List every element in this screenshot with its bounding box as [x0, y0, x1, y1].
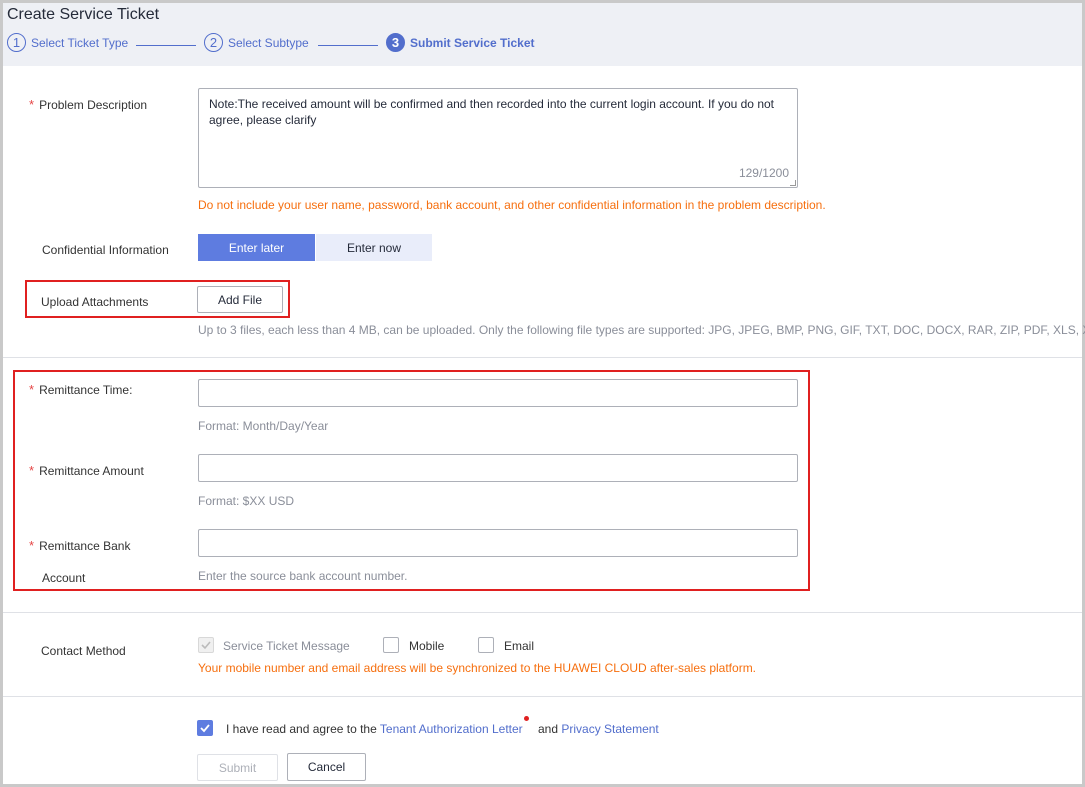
upload-hint: Up to 3 files, each less than 4 MB, can … [198, 323, 1085, 337]
remittance-amount-input[interactable] [198, 454, 798, 482]
resize-handle-icon[interactable] [790, 180, 796, 186]
page-title: Create Service Ticket [7, 6, 160, 23]
privacy-statement-link[interactable]: Privacy Statement [561, 722, 658, 736]
required-icon: * [29, 97, 35, 112]
email-checkbox[interactable] [478, 637, 494, 653]
step-number: 2 [204, 33, 223, 52]
step-3[interactable]: 3 Submit Service Ticket [386, 33, 535, 52]
mobile-checkbox[interactable] [383, 637, 399, 653]
submit-button[interactable]: Submit [197, 754, 278, 781]
step-2[interactable]: 2 Select Subtype [204, 33, 309, 52]
character-counter: 129/1200 [738, 166, 789, 180]
check-icon [200, 724, 210, 733]
problem-warning: Do not include your user name, password,… [198, 198, 826, 212]
email-label: Email [504, 639, 535, 653]
remittance-bank-account-input[interactable] [198, 529, 798, 557]
remittance-time-label: * Remittance Time: [29, 382, 133, 397]
header: Create Service Ticket [3, 3, 1082, 66]
divider [3, 696, 1082, 697]
step-number: 1 [7, 33, 26, 52]
notification-dot-icon [524, 716, 529, 721]
required-icon: * [29, 463, 35, 478]
enter-later-button[interactable]: Enter later [198, 234, 315, 261]
remittance-bank-hint: Enter the source bank account number. [198, 569, 408, 583]
remittance-time-input[interactable] [198, 379, 798, 407]
contact-warning: Your mobile number and email address wil… [198, 661, 757, 675]
agreement-checkbox[interactable] [197, 720, 213, 736]
remittance-amount-label: * Remittance Amount [29, 463, 144, 478]
problem-description-textarea[interactable]: Note:The received amount will be confirm… [198, 88, 798, 188]
divider [3, 357, 1082, 358]
remittance-amount-hint: Format: $XX USD [198, 494, 295, 508]
step-label: Select Ticket Type [31, 35, 129, 50]
tenant-authorization-link[interactable]: Tenant Authorization Letter [380, 722, 523, 736]
upload-attachments-label: Upload Attachments [41, 295, 149, 309]
cancel-button[interactable]: Cancel [287, 753, 366, 781]
check-icon [201, 641, 211, 650]
step-label: Select Subtype [228, 35, 309, 50]
required-icon: * [29, 538, 35, 553]
required-icon: * [29, 382, 35, 397]
confidential-info-label: Confidential Information [42, 243, 169, 257]
step-connector [136, 45, 196, 46]
step-number: 3 [386, 33, 405, 52]
agreement-text: I have read and agree to the Tenant Auth… [226, 722, 523, 736]
agreement-text-2: and Privacy Statement [538, 722, 659, 736]
problem-description-label: * Problem Description [29, 97, 148, 112]
problem-description-text: Note:The received amount will be confirm… [209, 97, 774, 127]
remittance-bank-label-cont: Account [42, 571, 86, 585]
contact-method-label: Contact Method [41, 644, 126, 658]
mobile-label: Mobile [409, 639, 445, 653]
remittance-time-hint: Format: Month/Day/Year [198, 419, 329, 433]
step-label: Submit Service Ticket [410, 35, 535, 50]
step-1[interactable]: 1 Select Ticket Type [7, 33, 128, 52]
enter-now-button[interactable]: Enter now [316, 234, 432, 261]
divider [3, 612, 1082, 613]
remittance-bank-label: * Remittance Bank [29, 538, 131, 553]
add-file-button[interactable]: Add File [197, 286, 283, 313]
service-ticket-checkbox [198, 637, 214, 653]
service-ticket-label: Service Ticket Message [223, 639, 350, 653]
step-connector [318, 45, 378, 46]
